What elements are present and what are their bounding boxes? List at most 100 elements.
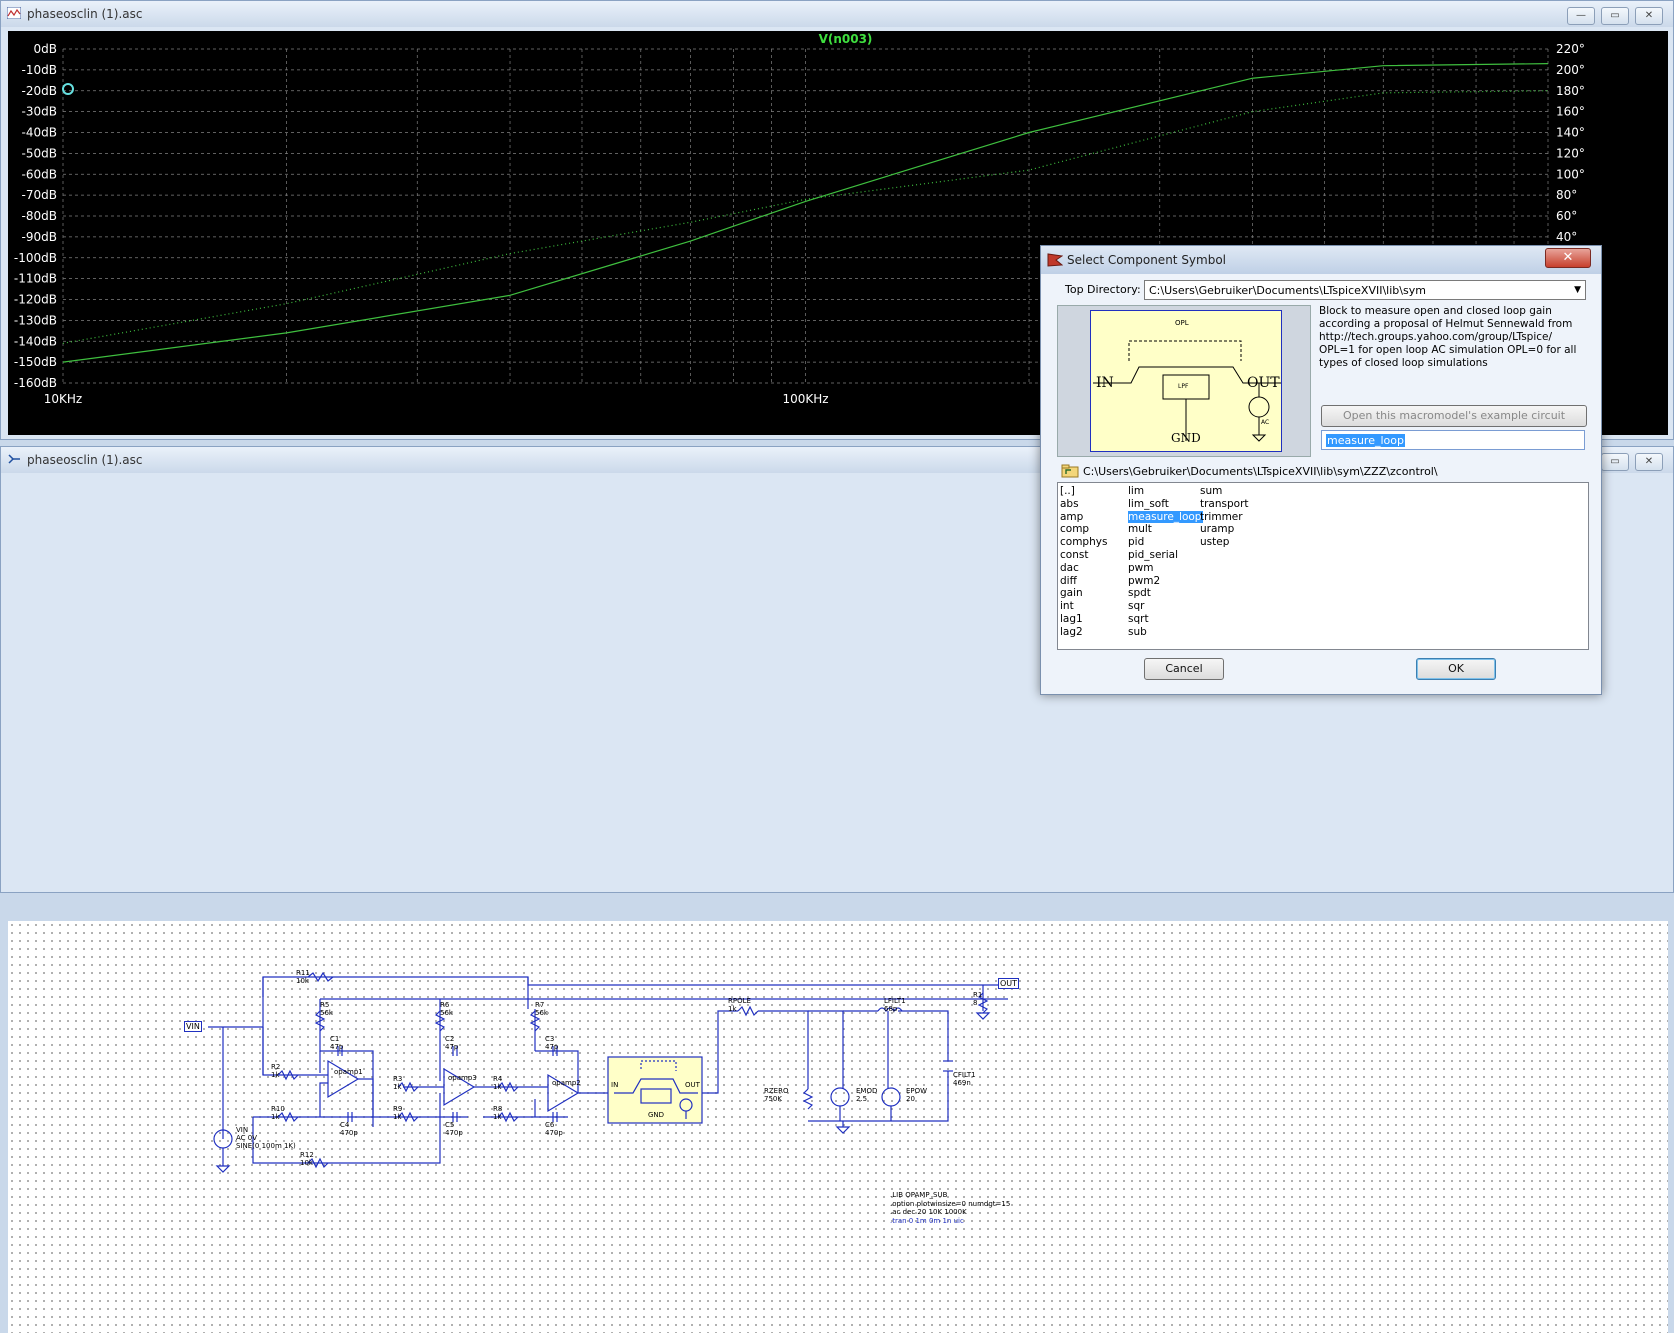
file-list-item[interactable]: pwm2 (1128, 575, 1203, 588)
file-list-item[interactable]: mult (1128, 523, 1203, 536)
component-label[interactable]: CFILT1 469n (953, 1071, 976, 1087)
component-value: 47p (330, 1043, 344, 1051)
maximize-button[interactable]: ▭ (1601, 453, 1629, 471)
component-label[interactable]: R12 10k (300, 1151, 314, 1167)
file-list-item[interactable]: trimmer (1200, 511, 1249, 524)
component-label[interactable]: R6 56k (440, 1001, 453, 1017)
file-column: [..] abs amp comp comphys const dac diff gain int… (1060, 485, 1107, 639)
component-ref: R8 (493, 1105, 503, 1113)
close-button[interactable]: ✕ (1635, 453, 1663, 471)
file-list-item[interactable]: sqr (1128, 600, 1203, 613)
cancel-button[interactable]: Cancel (1144, 658, 1224, 680)
component-label[interactable]: R8 1k (493, 1105, 502, 1121)
close-button[interactable]: ✕ (1635, 7, 1663, 25)
component-label[interactable]: C6 470p (545, 1121, 563, 1137)
component-value: 8 (973, 999, 978, 1007)
component-label[interactable]: C4 470p (340, 1121, 358, 1137)
waveform-icon (7, 7, 21, 19)
minimize-button[interactable]: — (1567, 7, 1595, 25)
component-label[interactable]: R7 56k (535, 1001, 548, 1017)
component-value: 1k (271, 1071, 280, 1079)
component-label[interactable]: RPOLE 1k (728, 997, 751, 1013)
file-list-item[interactable]: ustep (1200, 536, 1249, 549)
component-label[interactable]: R2 1k (271, 1063, 280, 1079)
component-label[interactable]: C2 47p (445, 1035, 458, 1051)
preview-ac-label: AC (1261, 419, 1270, 426)
file-list-item[interactable]: spdt (1128, 587, 1203, 600)
component-value: 68p (884, 1005, 898, 1013)
file-list-item[interactable]: sub (1128, 626, 1203, 639)
file-list-item[interactable]: comphys (1060, 536, 1107, 549)
vin-net-label: VIN (184, 1021, 202, 1032)
file-list-item[interactable]: uramp (1200, 523, 1249, 536)
file-list-item[interactable]: amp (1060, 511, 1107, 524)
file-list-item[interactable]: pid_serial (1128, 549, 1203, 562)
file-list-item[interactable]: sum (1200, 485, 1249, 498)
file-list-item[interactable]: pid (1128, 536, 1203, 549)
file-list-item[interactable]: lim (1128, 485, 1203, 498)
file-list-item[interactable]: int (1060, 600, 1107, 613)
component-label[interactable]: C3 47p (545, 1035, 558, 1051)
component-label[interactable]: EMOD 2.5 (856, 1087, 877, 1103)
component-ref: R10 (271, 1105, 285, 1113)
open-example-button[interactable]: Open this macromodel's example circuit (1321, 405, 1587, 427)
dialog-close-button[interactable]: ✕ (1545, 248, 1591, 268)
schematic-canvas[interactable]: VIN OUT R11 10k R5 56k R6 56k R7 56k C1 47p C2 47p C… (8, 921, 1668, 1333)
file-list-item[interactable]: measure_loop (1128, 510, 1204, 524)
file-list-item[interactable]: gain (1060, 587, 1107, 600)
file-list-item[interactable]: dac (1060, 562, 1107, 575)
file-list-item[interactable]: comp (1060, 523, 1107, 536)
component-label[interactable]: R10 1k (271, 1105, 285, 1121)
spice-directives[interactable]: .LIB OPAMP_SUB .option plotwinsize=0 num… (890, 1191, 1010, 1225)
file-list-item[interactable]: transport (1200, 498, 1249, 511)
y-tick-label: -140dB (14, 334, 57, 348)
component-label[interactable]: R4 1k (493, 1075, 502, 1091)
component-label[interactable]: C5 470p (445, 1121, 463, 1137)
y-tick-label: -100dB (14, 251, 57, 265)
spice-line: .tran 0 1m 0m 1n uic (890, 1216, 964, 1225)
y-tick-label: -10dB (22, 63, 57, 77)
file-list-item[interactable]: const (1060, 549, 1107, 562)
dialog-titlebar[interactable]: Select Component Symbol ✕ (1041, 246, 1601, 274)
file-list-item[interactable]: lag1 (1060, 613, 1107, 626)
component-ref: CFILT1 (953, 1071, 976, 1079)
component-label[interactable]: RZERO 750K (764, 1087, 788, 1103)
preview-gnd-label: GND (1171, 431, 1201, 445)
opamp-label: opamp3 (448, 1074, 477, 1082)
ok-button[interactable]: OK (1416, 658, 1496, 680)
y-tick-label: -20dB (22, 84, 57, 98)
source-value: SINE(0 100m 1K) (236, 1142, 296, 1150)
file-list-item[interactable]: lag2 (1060, 626, 1107, 639)
ltspice-icon (1047, 253, 1063, 267)
folder-up-icon[interactable] (1061, 464, 1079, 478)
maximize-button[interactable]: ▭ (1601, 7, 1629, 25)
file-list-item[interactable]: [..] (1060, 485, 1107, 498)
source-value: AC 0V (236, 1134, 258, 1142)
component-ref: C4 (340, 1121, 350, 1129)
component-ref: RZERO (764, 1087, 789, 1095)
component-label[interactable]: R9 1k (393, 1105, 402, 1121)
component-ref: EMOD (856, 1087, 878, 1095)
out-net-label: OUT (998, 978, 1020, 989)
component-label[interactable]: R3 1k (393, 1075, 402, 1091)
component-value: 469n (953, 1079, 971, 1087)
component-label[interactable]: C1 47p (330, 1035, 343, 1051)
plot-titlebar[interactable]: phaseosclin (1).asc — ▭ ✕ (1, 1, 1673, 27)
symbol-name-field[interactable]: measure_loop (1321, 430, 1585, 450)
component-label[interactable]: LFILT1 68p (884, 997, 906, 1013)
y-tick-label: -160dB (14, 376, 57, 390)
symbol-file-list[interactable]: [..] abs amp comp comphys const dac diff gain int… (1057, 482, 1589, 650)
component-label[interactable]: R11 10k (296, 969, 310, 985)
top-directory-combo[interactable]: C:\Users\Gebruiker\Documents\LTspiceXVII… (1144, 280, 1586, 300)
component-value: 1k (493, 1113, 502, 1121)
file-list-item[interactable]: abs (1060, 498, 1107, 511)
x-tick-label: 10KHz (44, 392, 82, 406)
component-value: 470p (545, 1129, 563, 1137)
component-label[interactable]: EPOW 20 (906, 1087, 927, 1103)
component-label[interactable]: R1 8 (973, 991, 982, 1007)
component-label[interactable]: R5 56k (320, 1001, 333, 1017)
file-list-item[interactable]: pwm (1128, 562, 1203, 575)
file-list-item[interactable]: sqrt (1128, 613, 1203, 626)
file-list-item[interactable]: diff (1060, 575, 1107, 588)
file-list-item[interactable]: lim_soft (1128, 498, 1203, 511)
